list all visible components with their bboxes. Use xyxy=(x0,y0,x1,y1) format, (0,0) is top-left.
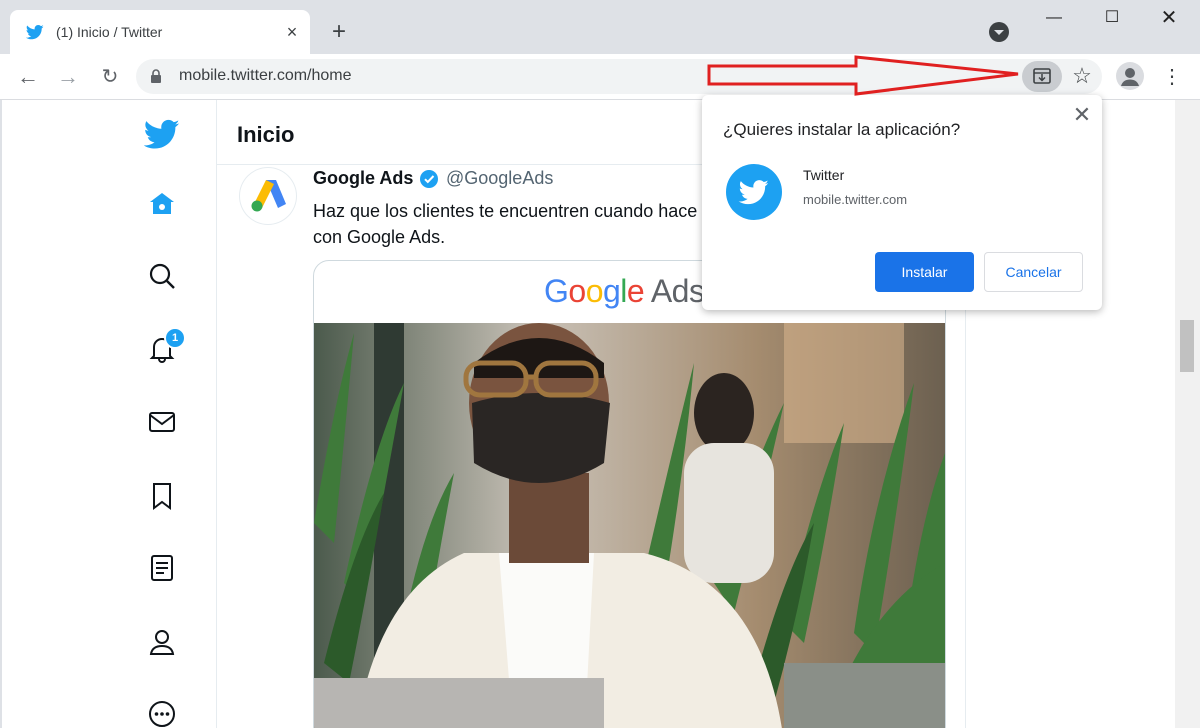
man-with-mask-photo xyxy=(314,323,945,728)
app-name: Twitter xyxy=(803,167,845,183)
bookmarks-icon[interactable] xyxy=(146,480,178,512)
tab-search-icon[interactable] xyxy=(989,22,1009,42)
ads-wordmark: Ads xyxy=(650,273,705,309)
column-divider xyxy=(216,100,217,728)
new-tab-button[interactable]: + xyxy=(326,20,352,46)
browser-window: (1) Inicio / Twitter × + — ☐ ✕ ← → ↻ mob… xyxy=(0,0,1200,728)
tweet-text: Haz que los clientes te encuentren cuand… xyxy=(313,201,698,247)
install-glyph-icon xyxy=(1033,68,1051,84)
notifications-badge: 1 xyxy=(164,327,186,349)
search-icon[interactable] xyxy=(146,260,178,292)
page-title: Inicio xyxy=(237,122,295,147)
install-app-dialog: ¿Quieres instalar la aplicación? ✕ Twitt… xyxy=(702,95,1102,310)
cancel-button[interactable]: Cancelar xyxy=(984,252,1083,292)
dialog-title: ¿Quieres instalar la aplicación? xyxy=(723,120,961,139)
profile-avatar-icon[interactable] xyxy=(1116,62,1144,90)
google-wordmark: Google xyxy=(544,273,645,309)
maximize-button[interactable]: ☐ xyxy=(1089,2,1135,34)
twitter-app-icon xyxy=(726,164,782,220)
tweet-media-card[interactable]: Google Ads xyxy=(313,260,946,728)
window-edge xyxy=(0,100,2,728)
browser-toolbar: ← → ↻ mobile.twitter.com/home ☆ ⋮ xyxy=(0,54,1200,100)
more-icon[interactable] xyxy=(146,698,178,728)
install-app-icon[interactable] xyxy=(1022,61,1062,92)
browser-tab[interactable]: (1) Inicio / Twitter × xyxy=(10,10,310,54)
profile-icon[interactable] xyxy=(146,626,178,658)
verified-badge-icon xyxy=(420,170,438,188)
tab-close-icon[interactable]: × xyxy=(282,22,302,42)
twitter-favicon-icon xyxy=(26,24,44,40)
url-text[interactable]: mobile.twitter.com/home xyxy=(179,67,352,85)
browser-menu-icon[interactable]: ⋮ xyxy=(1162,64,1182,90)
google-ads-avatar[interactable] xyxy=(240,168,296,224)
google-ads-logo-icon xyxy=(251,180,286,212)
lists-icon[interactable] xyxy=(146,552,178,584)
tweet-author-handle[interactable]: @GoogleAds xyxy=(446,168,553,189)
home-icon[interactable] xyxy=(146,188,178,220)
page-scrollbar[interactable] xyxy=(1175,100,1200,728)
lock-icon[interactable] xyxy=(150,69,162,83)
tab-strip: (1) Inicio / Twitter × + — ☐ ✕ xyxy=(0,0,1200,54)
twitter-sidebar: 1 xyxy=(120,100,216,728)
tab-title: (1) Inicio / Twitter xyxy=(56,24,163,40)
bookmark-star-icon[interactable]: ☆ xyxy=(1070,63,1094,89)
twitter-logo-icon[interactable] xyxy=(144,116,180,152)
window-close-button[interactable]: ✕ xyxy=(1146,2,1192,34)
install-button[interactable]: Instalar xyxy=(875,252,974,292)
messages-icon[interactable] xyxy=(146,406,178,438)
google-ads-wordmark: Google Ads xyxy=(544,273,705,310)
reload-button[interactable]: ↻ xyxy=(94,61,126,93)
forward-button[interactable]: → xyxy=(52,61,84,93)
dialog-close-icon[interactable]: ✕ xyxy=(1070,103,1094,127)
address-bar[interactable]: mobile.twitter.com/home ☆ xyxy=(136,59,1102,94)
scrollbar-thumb[interactable] xyxy=(1180,320,1194,372)
back-button[interactable]: ← xyxy=(12,61,44,93)
minimize-button[interactable]: — xyxy=(1031,2,1077,34)
app-url: mobile.twitter.com xyxy=(803,192,908,207)
tweet-author-name[interactable]: Google Ads xyxy=(313,168,413,189)
